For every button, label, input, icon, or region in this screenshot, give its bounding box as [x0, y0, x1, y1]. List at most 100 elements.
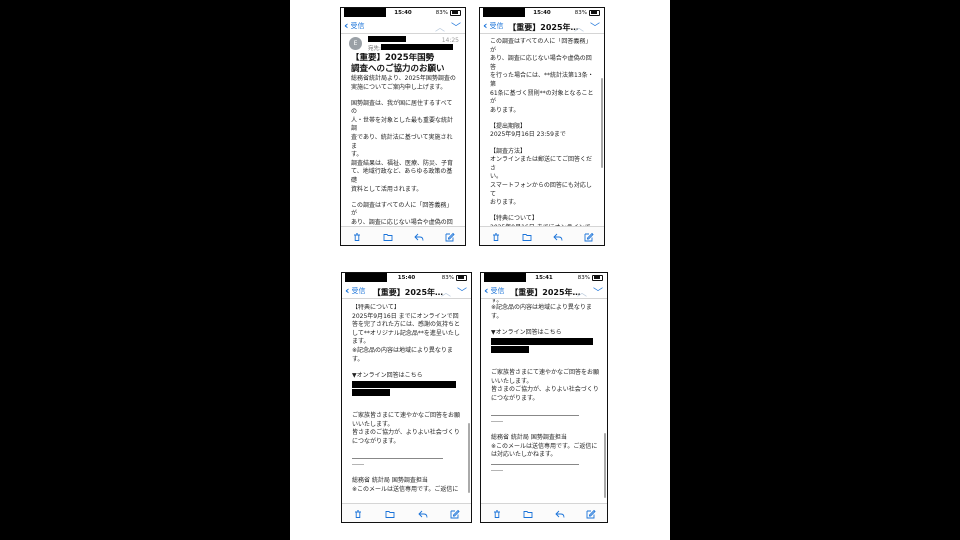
link-redaction — [352, 389, 390, 397]
scrollbar[interactable] — [600, 78, 603, 168]
recipient-redaction — [381, 44, 453, 50]
reply-icon[interactable] — [417, 504, 428, 523]
compose-icon[interactable] — [586, 504, 596, 523]
body-paragraph: ご家族皆さまにて速やかなご回答をお願 いいたします。 皆さまのご協力が、よりよい… — [352, 412, 461, 446]
benefit-section: 【特典について】 2025年9月16日 までにオンラインで回 答を完了された方に… — [352, 304, 461, 363]
nav-bar: ‹ 受信 【重要】2025年… ︿ ﹀ — [481, 284, 607, 299]
body-paragraph: この調査はすべての人に「回答義務」が あり、調査に応じない場合や虚偽の回答 を行… — [490, 38, 594, 114]
message-nav-arrows: ︿ ﹀ — [577, 284, 603, 299]
mail-header: E 宛先: 14:25 — [341, 34, 465, 54]
nav-bar: ‹ 受信 ︿ ﹀ — [341, 19, 465, 34]
link-redaction — [352, 381, 456, 389]
mail-toolbar — [342, 503, 471, 522]
redaction-bar — [344, 8, 386, 17]
chevron-left-icon: ‹ — [344, 19, 349, 32]
compose-icon[interactable] — [450, 504, 460, 523]
chevron-down-icon[interactable]: ﹀ — [451, 19, 461, 34]
trash-icon[interactable] — [491, 227, 501, 246]
body-paragraph: この調査はすべての人に「回答義務」が あり、調査に応じない場合や虚偽の回答 を行… — [351, 201, 453, 226]
nav-title: 【重要】2025年… — [508, 22, 579, 32]
chevron-up-icon[interactable]: ︿ — [574, 19, 584, 34]
scrollbar[interactable] — [467, 423, 470, 493]
mail-body: す。 ※記念品の内容は地域により異なりま す。 ▼オンライン回答はこちら ご家族… — [481, 299, 607, 504]
compose-icon[interactable] — [584, 227, 594, 246]
deadline-section: 【提出期限】 2025年9月16日 23:59まで — [490, 122, 566, 139]
folder-icon[interactable] — [383, 227, 393, 246]
chevron-down-icon[interactable]: ﹀ — [590, 19, 600, 34]
body-paragraph: ご家族皆さまにて速やかなご回答をお願 いいたします。 皆さまのご協力が、よりよい… — [491, 369, 600, 403]
divider — [491, 464, 579, 466]
battery-percent: 83% — [577, 274, 590, 281]
status-time: 15:40 — [394, 9, 412, 16]
divider — [352, 458, 443, 460]
back-label: 受信 — [350, 22, 365, 30]
status-bar: 15:41 83% — [481, 273, 607, 284]
phone-screenshot-3: 15:40 83% ‹ 受信 【重要】2025年… ︿ ﹀ 【特典について】 20… — [341, 272, 472, 523]
battery-percent: 83% — [574, 9, 587, 16]
trash-icon[interactable] — [492, 504, 502, 523]
back-label: 受信 — [490, 287, 505, 295]
back-button[interactable]: ‹ 受信 — [344, 19, 365, 32]
mail-toolbar — [341, 226, 465, 245]
folder-icon[interactable] — [522, 227, 532, 246]
dash-line: ―― — [352, 461, 364, 469]
compose-icon[interactable] — [445, 227, 455, 246]
chevron-up-icon[interactable]: ︿ — [441, 284, 451, 299]
nav-bar: ‹ 受信 【重要】2025年… ︿ ﹀ — [342, 284, 471, 299]
back-button[interactable]: ‹ 受信 — [345, 284, 366, 297]
back-button[interactable]: ‹ 受信 — [483, 19, 504, 32]
link-redaction — [491, 346, 529, 354]
chevron-left-icon: ‹ — [483, 19, 488, 32]
body-paragraph: 国勢調査は、我が国に居住するすべての 人・世帯を対象とした最も重要な統計調 査で… — [351, 99, 454, 193]
battery-indicator: 83% — [577, 274, 603, 281]
nav-title: 【重要】2025年… — [510, 287, 581, 297]
avatar: E — [349, 37, 362, 50]
redaction-bar — [483, 8, 525, 17]
body-paragraph: 総務省統計局より、2025年国勢調査の 実施についてご案内申し上げます。 — [351, 75, 456, 91]
battery-icon — [456, 274, 467, 281]
battery-indicator: 83% — [435, 9, 461, 16]
nav-bar: ‹ 受信 【重要】2025年… ︿ ﹀ — [480, 19, 604, 34]
battery-icon — [592, 274, 603, 281]
battery-indicator: 83% — [574, 9, 600, 16]
mail-body: 【特典について】 2025年9月16日 までにオンラインで回 答を完了された方に… — [342, 304, 471, 504]
phone-screenshot-2: 15:40 83% ‹ 受信 【重要】2025年… ︿ ﹀ この調査はすべての人に… — [479, 7, 605, 246]
back-label: 受信 — [489, 22, 504, 30]
received-time: 14:25 — [441, 37, 459, 44]
trash-icon[interactable] — [353, 504, 363, 523]
chevron-up-icon[interactable]: ︿ — [435, 19, 445, 34]
chevron-left-icon: ‹ — [345, 284, 350, 297]
chevron-down-icon[interactable]: ﹀ — [457, 284, 467, 299]
folder-icon[interactable] — [385, 504, 395, 523]
to-label: 宛先: — [368, 46, 381, 52]
reply-icon[interactable] — [413, 227, 424, 246]
phone-screenshot-1: 15:40 83% ‹ 受信 ︿ ﹀ E 宛先: 14:25 【重要】2025年国… — [340, 7, 466, 246]
trash-icon[interactable] — [352, 227, 362, 246]
reply-icon[interactable] — [555, 504, 565, 523]
redaction-bar — [484, 273, 526, 282]
status-time: 15:40 — [397, 274, 416, 281]
chevron-down-icon[interactable]: ﹀ — [593, 284, 603, 299]
mail-toolbar — [481, 503, 607, 522]
folder-icon[interactable] — [523, 504, 533, 523]
online-link-heading: ▼オンライン回答はこちら — [491, 328, 562, 336]
mail-subject: 【重要】2025年国勢 調査へのご協力のお願い — [351, 53, 445, 74]
chevron-up-icon[interactable]: ︿ — [577, 284, 587, 299]
battery-percent: 83% — [441, 274, 454, 281]
message-nav-arrows: ︿ ﹀ — [441, 284, 467, 299]
signature: 総務省 統計局 国勢調査担当 ※このメールは送信専用です。ご返信に — [352, 477, 459, 493]
phone-screenshot-4: 15:41 83% ‹ 受信 【重要】2025年… ︿ ﹀ す。 ※記念品の内容は… — [480, 272, 608, 523]
battery-percent: 83% — [435, 9, 448, 16]
back-button[interactable]: ‹ 受信 — [484, 285, 505, 296]
scrollbar[interactable] — [603, 433, 606, 498]
battery-icon — [450, 9, 461, 16]
battery-icon — [589, 9, 600, 16]
mail-body: 【重要】2025年国勢 調査へのご協力のお願い 総務省統計局より、2025年国勢… — [341, 53, 465, 227]
status-bar: 15:40 83% — [480, 8, 604, 19]
reply-icon[interactable] — [552, 227, 563, 246]
mail-body: この調査はすべての人に「回答義務」が あり、調査に応じない場合や虚偽の回答 を行… — [480, 38, 604, 227]
online-link-heading: ▼オンライン回答はこちら — [352, 371, 423, 379]
redaction-bar — [345, 273, 387, 282]
link-redaction — [491, 338, 593, 346]
divider — [491, 415, 579, 417]
